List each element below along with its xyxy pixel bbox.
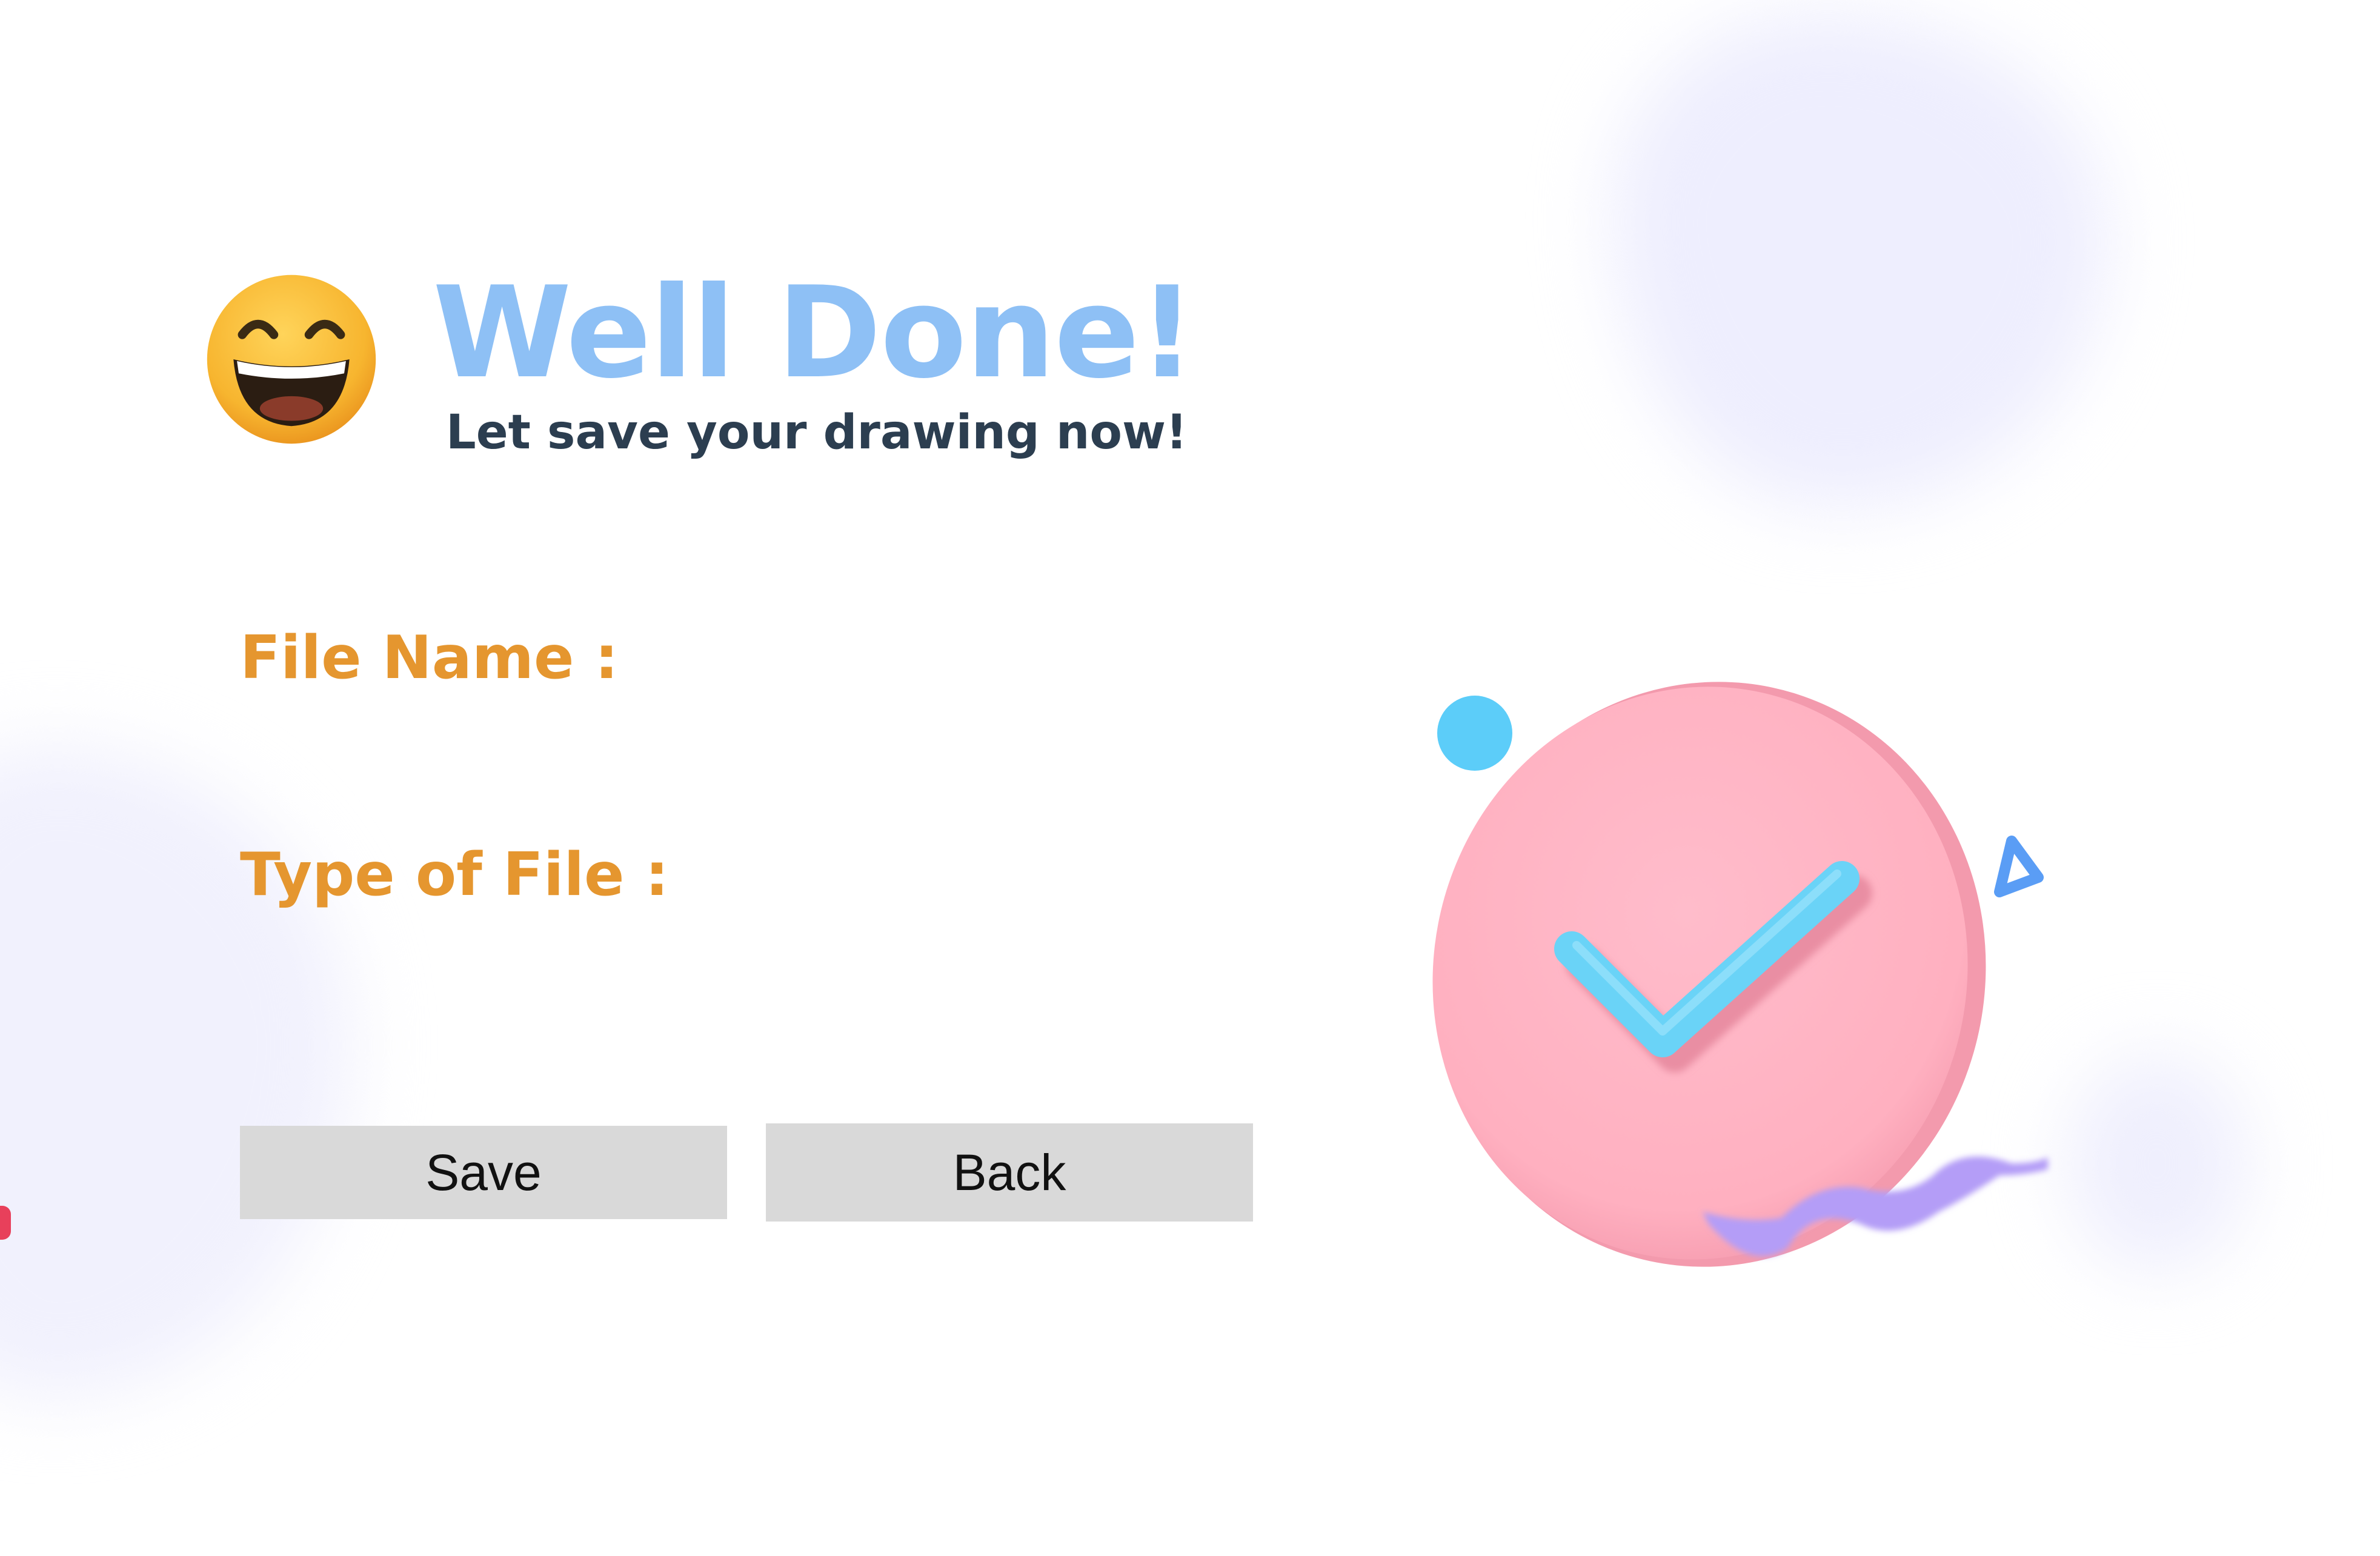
background-blob xyxy=(1612,12,2109,509)
file-name-label: File Name : xyxy=(240,623,619,693)
grinning-face-icon xyxy=(207,274,376,444)
page-subtitle: Let save your drawing now! xyxy=(446,405,1188,460)
check-circle-icon xyxy=(1432,682,2048,1267)
page-title: Well Done! xyxy=(433,260,1196,407)
decorative-mark xyxy=(0,1206,11,1240)
save-drawing-screen: Well Done! Let save your drawing now! Fi… xyxy=(0,0,2380,1556)
back-button[interactable]: Back xyxy=(766,1123,1253,1222)
ball-decoration xyxy=(1437,696,1512,771)
triangle-decoration xyxy=(1994,836,2044,897)
save-button[interactable]: Save xyxy=(240,1126,727,1219)
file-type-label: Type of File : xyxy=(240,840,669,909)
